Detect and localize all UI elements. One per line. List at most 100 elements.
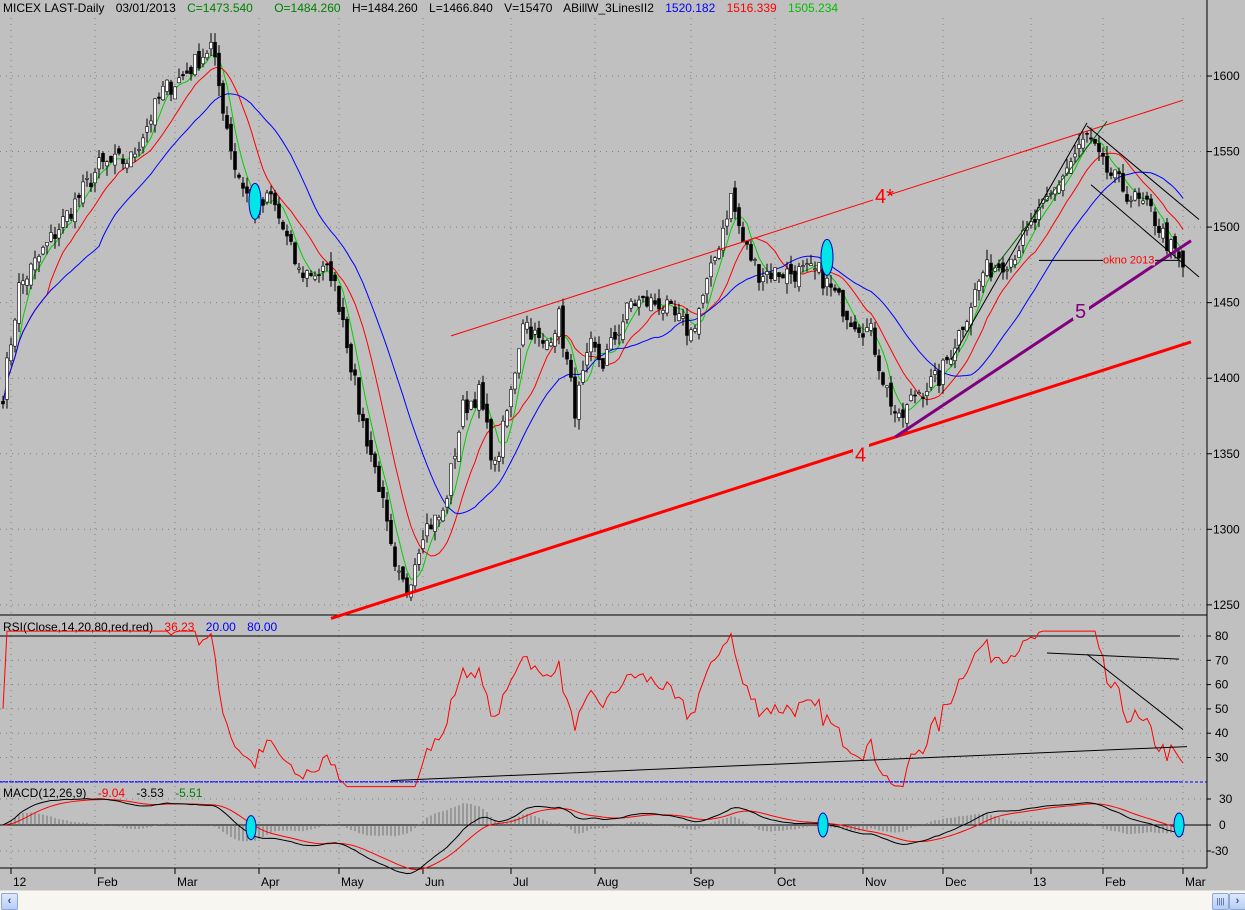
candle-body xyxy=(669,300,673,304)
candle-body xyxy=(209,42,213,50)
candle-body xyxy=(697,308,701,335)
candle-body xyxy=(1109,172,1113,176)
candle-body xyxy=(769,272,773,280)
candle-body xyxy=(57,229,61,239)
scroll-thumb-grip-icon[interactable]: |||| xyxy=(1212,893,1229,910)
month-label: Mar xyxy=(1185,875,1206,889)
candle-body xyxy=(165,79,169,92)
candle-body xyxy=(113,153,117,166)
candle-body xyxy=(437,517,441,521)
candle-body xyxy=(477,384,481,411)
candle-body xyxy=(553,333,557,347)
candle-body xyxy=(177,77,181,84)
candle-body xyxy=(1137,192,1141,199)
candle-body xyxy=(1033,219,1037,223)
candle-body xyxy=(1085,133,1089,135)
candle-body xyxy=(385,499,389,522)
candle-body xyxy=(305,270,309,279)
candle-body xyxy=(929,376,933,388)
candle-body xyxy=(89,182,93,188)
candle-body xyxy=(869,323,873,331)
candle-body xyxy=(765,271,769,275)
macd-tick-label: 30 xyxy=(1219,792,1233,806)
candle-body xyxy=(1101,153,1105,157)
candle-body xyxy=(637,299,641,308)
candle-body xyxy=(325,263,329,266)
candle-body xyxy=(65,210,69,222)
candle-body xyxy=(905,404,909,424)
candle-body xyxy=(357,377,361,415)
candle-body xyxy=(969,307,973,326)
candle-body xyxy=(661,310,665,314)
candle-body xyxy=(1093,138,1097,144)
candle-body xyxy=(285,230,289,237)
candle-body xyxy=(505,410,509,427)
candle-body xyxy=(901,409,905,418)
candle-body xyxy=(297,267,301,270)
candle-body xyxy=(245,186,249,194)
candle-body xyxy=(577,384,581,420)
candle-body xyxy=(229,123,233,152)
candle-body xyxy=(1117,171,1121,175)
candle-body xyxy=(293,242,297,265)
candle-body xyxy=(269,191,273,195)
candle-body xyxy=(145,126,149,133)
candle-body xyxy=(453,456,457,460)
candle-body xyxy=(341,306,345,321)
candle-body xyxy=(609,337,613,350)
candle-body xyxy=(157,96,161,99)
candle-body xyxy=(5,357,9,400)
stock-chart[interactable]: 1600155015001450140013501300125080706050… xyxy=(0,0,1245,890)
candle-body xyxy=(549,342,553,347)
candle-body xyxy=(893,411,897,414)
scroll-left-icon[interactable]: ‹ xyxy=(1,893,18,910)
macd-tick-label: 0 xyxy=(1219,818,1226,832)
candle-body xyxy=(433,514,437,532)
candle-body xyxy=(425,523,429,537)
candle-body xyxy=(389,520,393,545)
month-label: Aug xyxy=(597,875,618,889)
candle-body xyxy=(525,322,529,330)
scroll-right-icon[interactable]: › xyxy=(1229,893,1245,910)
candle-body xyxy=(613,331,617,340)
candle-body xyxy=(593,341,597,348)
candle-body xyxy=(1009,258,1013,268)
candle-body xyxy=(441,509,445,522)
candle-body xyxy=(1,401,5,405)
candle-body xyxy=(809,263,813,266)
candle-body xyxy=(1081,138,1085,149)
candle-body xyxy=(1113,169,1117,179)
candle-body xyxy=(561,305,565,349)
candle-body xyxy=(277,203,281,219)
candle-body xyxy=(1157,226,1161,233)
candle-body xyxy=(833,287,837,291)
candle-body xyxy=(1057,184,1061,194)
month-label: Dec xyxy=(945,875,966,889)
candle-body xyxy=(33,257,37,271)
rsi-trendline xyxy=(390,746,1188,782)
candle-body xyxy=(417,553,421,565)
cyan-marker-macd xyxy=(817,812,829,838)
annotation-label-4: 4 xyxy=(855,444,866,466)
candle-body xyxy=(921,397,925,399)
month-label: Feb xyxy=(1105,875,1126,889)
candle-body xyxy=(729,193,733,219)
candle-body xyxy=(45,242,49,247)
horizontal-scrollbar[interactable]: ‹ |||| › xyxy=(0,890,1245,910)
candles xyxy=(1,33,1185,601)
candle-body xyxy=(501,420,505,458)
candle-body xyxy=(877,355,881,372)
rsi-tick-label: 40 xyxy=(1215,726,1229,740)
candle-body xyxy=(597,343,601,361)
candle-body xyxy=(657,298,661,310)
candle-body xyxy=(521,323,525,346)
macd-line xyxy=(2,798,1184,875)
candle-body xyxy=(273,192,277,206)
candle-body xyxy=(421,539,425,549)
candle-body xyxy=(161,85,165,101)
candle-body xyxy=(557,308,561,337)
candle-body xyxy=(217,52,221,87)
candle-body xyxy=(1177,251,1181,259)
candle-body xyxy=(677,313,681,321)
candle-body xyxy=(585,352,589,366)
